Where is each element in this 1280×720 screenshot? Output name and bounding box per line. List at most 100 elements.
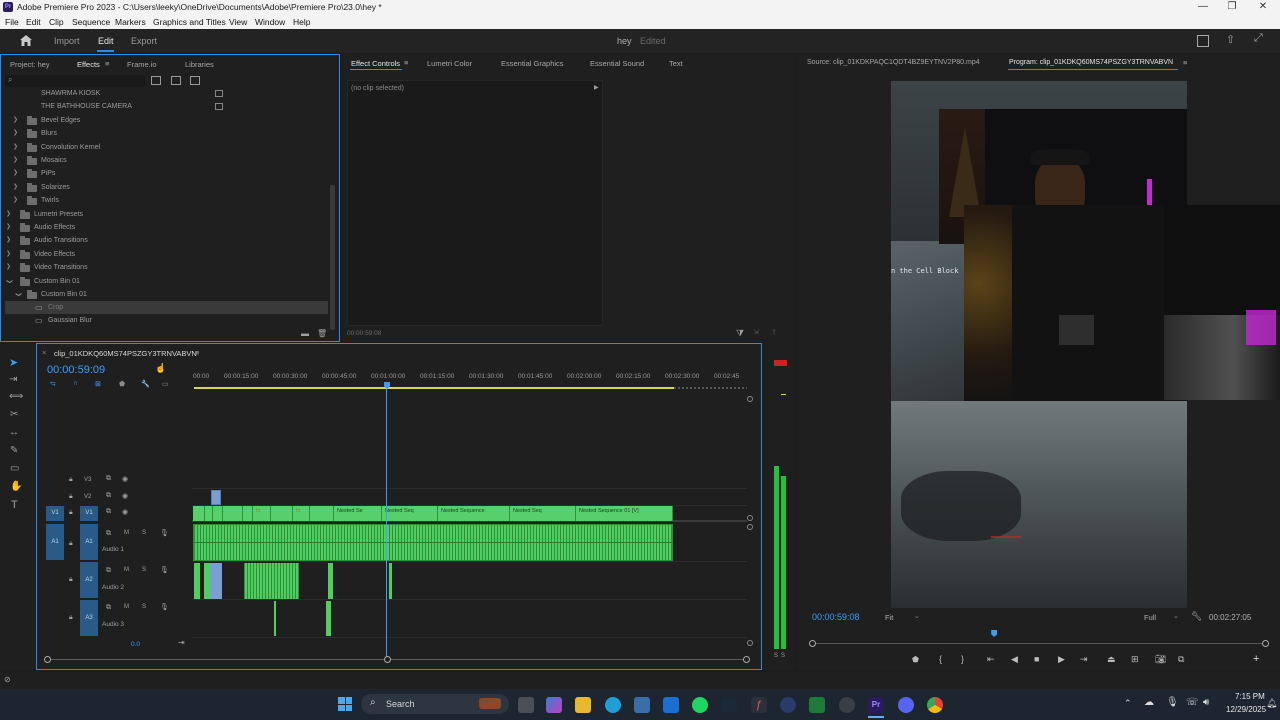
panel-menu-icon[interactable]: ≡	[1183, 58, 1187, 67]
timeline-timecode[interactable]: 00:00:59:09	[47, 364, 105, 376]
chevron-down-icon[interactable]: ⌄	[1173, 612, 1179, 620]
sync-lock-icon[interactable]: ⧉	[106, 567, 111, 575]
v1-clip-nested[interactable]: Nested Seq	[382, 506, 438, 521]
store-icon[interactable]	[634, 697, 650, 713]
work-area-bar[interactable]	[194, 387, 674, 389]
a2-audio-clip[interactable]	[244, 563, 286, 599]
menu-graphics-and-titles[interactable]: Graphics and Titles	[153, 17, 226, 27]
lock-icon[interactable]: 🔒︎	[69, 476, 73, 484]
file-explorer-icon[interactable]	[575, 697, 591, 713]
menu-help[interactable]: Help	[293, 17, 310, 27]
scrubber-end-handle[interactable]	[1262, 640, 1269, 647]
menu-markers[interactable]: Markers	[115, 17, 146, 27]
v1-clip-nested[interactable]: Nested Se	[334, 506, 382, 521]
tab-lumetri-color[interactable]: Lumetri Color	[427, 59, 472, 68]
copilot-icon[interactable]	[546, 697, 562, 713]
add-marker-icon[interactable]: ⬟	[912, 655, 919, 664]
list-item[interactable]: ❯ Solarizes	[5, 181, 328, 194]
mark-in-icon[interactable]: {	[939, 654, 942, 664]
mark-out-icon[interactable]: }	[961, 654, 964, 664]
mute-button[interactable]: M	[124, 530, 129, 536]
tab-project[interactable]: Project: hey	[10, 60, 50, 69]
captions-icon[interactable]: ▭	[162, 380, 169, 388]
list-item[interactable]: SHAWRMA KIOSK	[5, 87, 328, 100]
sync-lock-icon[interactable]: ⧉	[106, 530, 111, 538]
ripple-edit-tool-icon[interactable]: ⟺	[9, 391, 23, 402]
v1-clip[interactable]	[193, 506, 205, 521]
list-item[interactable]: ❯ Convolution Kernel	[5, 141, 328, 154]
chrome-icon[interactable]	[927, 697, 943, 713]
notification-icon[interactable]: 🔔︎	[1266, 698, 1277, 709]
program-scrubber[interactable]	[813, 643, 1266, 644]
lift-icon[interactable]: ⏏	[1107, 654, 1116, 665]
search-input[interactable]: ⌕	[5, 75, 145, 87]
sync-lock-icon[interactable]: ⧉	[106, 508, 111, 516]
app-icon[interactable]	[839, 697, 855, 713]
v1-clip[interactable]	[205, 506, 213, 521]
a2-audio-clip[interactable]	[194, 563, 200, 599]
clock-time[interactable]: 7:15 PM	[1235, 692, 1265, 701]
panel-menu-icon[interactable]: ≡	[404, 58, 408, 67]
list-item[interactable]: ▭ Gaussian Blur	[5, 314, 328, 327]
track-zoom-handle[interactable]	[747, 515, 753, 521]
list-item[interactable]: ❯ Custom Bin 01	[5, 275, 328, 288]
list-item[interactable]: ❯ Custom Bin 01	[5, 288, 328, 301]
comparison-view-icon[interactable]: ⧉	[1178, 654, 1184, 665]
quick-export-icon[interactable]	[1197, 35, 1209, 47]
tab-frameio[interactable]: Frame.io	[127, 60, 157, 69]
mute-button[interactable]: M	[124, 567, 129, 573]
a3-audio-clip[interactable]	[326, 601, 331, 636]
tab-effect-controls[interactable]: Effect Controls	[351, 59, 400, 68]
extract-icon[interactable]: ⊞	[1131, 654, 1139, 665]
snap-icon[interactable]: ⥃	[50, 380, 56, 388]
v1-clip-nested[interactable]: Nested Sequence 01 [V]	[576, 506, 673, 521]
discord-icon[interactable]	[898, 697, 914, 713]
lock-icon[interactable]: 🔒︎	[69, 493, 73, 501]
task-view-icon[interactable]	[518, 697, 534, 713]
resolution-dropdown[interactable]: Full	[1144, 613, 1156, 622]
tab-effects[interactable]: Effects	[77, 60, 100, 69]
horizontal-scrollbar[interactable]	[47, 659, 747, 660]
microphone-icon[interactable]: 🎙︎	[160, 603, 169, 611]
list-item-selected[interactable]: ▭ Crop	[5, 301, 328, 314]
export-frame-icon[interactable]: ⇪	[771, 328, 777, 336]
accelerated-effects-icon[interactable]	[151, 76, 161, 85]
32bit-effects-icon[interactable]	[171, 76, 181, 85]
list-item[interactable]: ❯ Bevel Edges	[5, 114, 328, 127]
v1-clip-nested[interactable]: Nested Sequence	[438, 506, 510, 521]
go-to-in-icon[interactable]: ⇤	[987, 654, 995, 665]
mute-button[interactable]: M	[124, 604, 129, 610]
scrubber-start-handle[interactable]	[809, 640, 816, 647]
share-icon[interactable]: ⇧	[1226, 33, 1235, 46]
sync-lock-icon[interactable]: ⧉	[106, 492, 111, 500]
minimize-icon[interactable]: —	[1196, 1, 1210, 13]
yuv-effects-icon[interactable]	[190, 76, 200, 85]
scroll-handle-middle[interactable]	[384, 656, 391, 663]
list-item[interactable]: ❯ PiPs	[5, 167, 328, 180]
step-back-icon[interactable]: ◀	[1011, 654, 1018, 665]
tab-essential-sound[interactable]: Essential Sound	[590, 59, 644, 68]
scrollbar[interactable]	[330, 185, 335, 330]
pen-tool-icon[interactable]: ✎	[10, 445, 18, 456]
a2-audio-clip-blue[interactable]	[210, 563, 222, 599]
cloud-icon[interactable]: ☁	[1144, 697, 1154, 708]
export-icon[interactable]: ⇲	[753, 328, 759, 336]
windows-start-icon[interactable]	[338, 697, 352, 711]
program-timecode[interactable]: 00:00:59:08	[812, 612, 860, 622]
v1-clip-nested[interactable]: Nested Seq	[510, 506, 576, 521]
filter-icon[interactable]: ⧩	[736, 328, 744, 339]
a2-audio-clip[interactable]	[286, 563, 299, 599]
premiere-taskbar-icon[interactable]: Pr	[868, 697, 884, 713]
v1-clip[interactable]	[213, 506, 223, 521]
panel-menu-icon[interactable]: ≡	[195, 348, 199, 357]
close-icon[interactable]: ✕	[1256, 1, 1270, 13]
clock-date[interactable]: 12/29/2025	[1226, 705, 1266, 714]
v1-clip[interactable]	[271, 506, 293, 521]
sync-lock-icon[interactable]: ⧉	[106, 475, 111, 483]
app-icon[interactable]	[780, 697, 796, 713]
tab-import[interactable]: Import	[54, 36, 80, 46]
home-icon[interactable]	[20, 35, 32, 46]
list-item[interactable]: ❯ Video Effects	[5, 248, 328, 261]
sync-lock-icon[interactable]: ⧉	[106, 604, 111, 612]
track-target-a3[interactable]: A3	[80, 600, 98, 636]
